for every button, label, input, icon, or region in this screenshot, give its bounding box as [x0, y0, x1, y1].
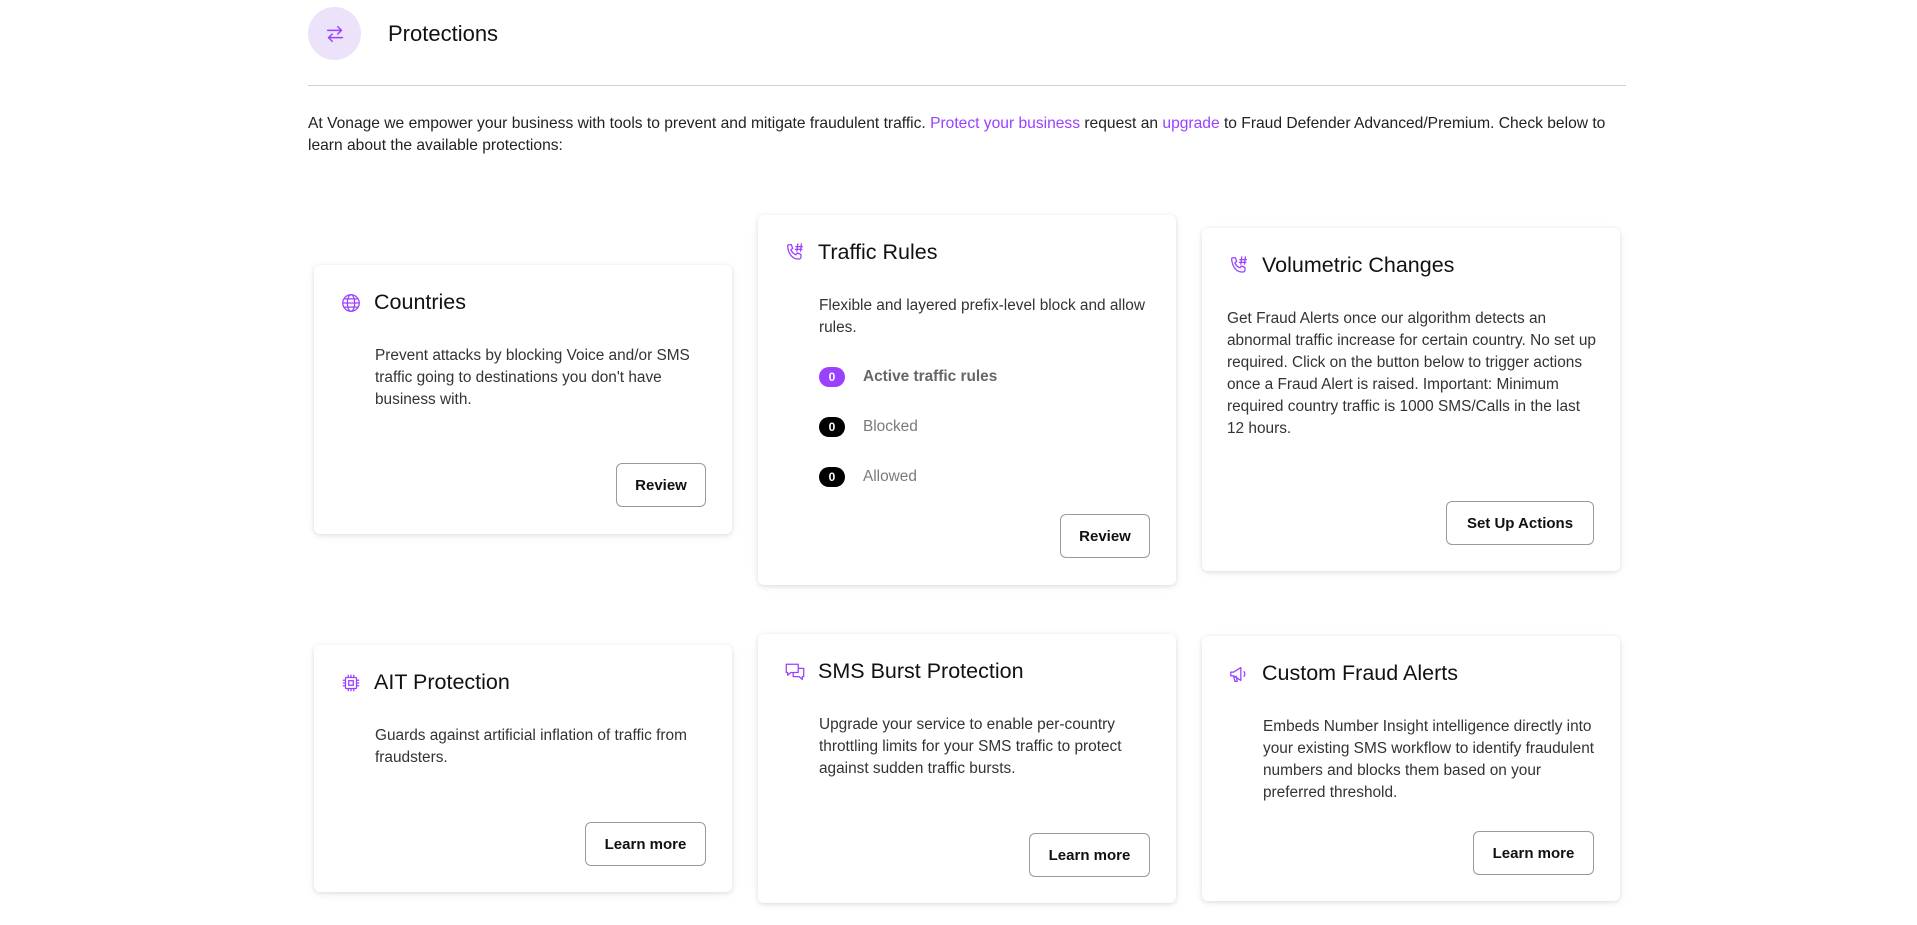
card-description: Prevent attacks by blocking Voice and/or… [375, 347, 690, 408]
card-title: Volumetric Changes [1262, 253, 1455, 277]
intro-text-middle: request an [1080, 115, 1163, 132]
volumetric-changes-card: Volumetric Changes Get Fraud Alerts once… [1202, 228, 1620, 571]
header-divider [308, 85, 1626, 86]
page-title: Protections [388, 20, 499, 46]
ait-protection-card: AIT Protection Guards against artificial… [314, 645, 732, 892]
rule-label: Blocked [863, 418, 918, 435]
active-count-badge: 0 [819, 367, 845, 387]
card-description: Get Fraud Alerts once our algorithm dete… [1227, 310, 1596, 437]
rule-row-allowed: 0 Allowed [819, 467, 917, 487]
sms-burst-learn-more-button[interactable]: Learn more [1029, 833, 1150, 877]
protect-business-link[interactable]: Protect your business [930, 115, 1080, 132]
countries-review-button[interactable]: Review [616, 463, 706, 507]
chip-icon [339, 671, 363, 695]
card-title: Countries [374, 290, 467, 314]
card-description: Upgrade your service to enable per-count… [819, 716, 1122, 777]
swap-arrows-icon [308, 7, 361, 60]
countries-card: Countries Prevent attacks by blocking Vo… [314, 265, 732, 534]
upgrade-link[interactable]: upgrade [1162, 115, 1219, 132]
card-description: Flexible and layered prefix-level block … [819, 297, 1145, 336]
card-title: SMS Burst Protection [818, 659, 1024, 683]
traffic-rules-review-button[interactable]: Review [1060, 514, 1150, 558]
intro-text-before: At Vonage we empower your business with … [308, 115, 931, 132]
custom-fraud-alerts-card: Custom Fraud Alerts Embeds Number Insigh… [1202, 636, 1620, 901]
page-header: Protections [308, 7, 498, 60]
megaphone-icon [1227, 662, 1251, 686]
phone-hash-icon [1227, 254, 1251, 278]
rule-row-blocked: 0 Blocked [819, 417, 918, 437]
blocked-count-badge: 0 [819, 417, 845, 437]
globe-icon [339, 291, 363, 315]
card-description: Guards against artificial inflation of t… [375, 727, 687, 766]
custom-alerts-learn-more-button[interactable]: Learn more [1473, 831, 1594, 875]
chat-bubbles-icon [783, 660, 807, 684]
allowed-count-badge: 0 [819, 467, 845, 487]
card-title: Traffic Rules [818, 240, 938, 264]
phone-hash-icon [783, 241, 807, 265]
sms-burst-card: SMS Burst Protection Upgrade your servic… [758, 634, 1176, 903]
traffic-rules-card: Traffic Rules Flexible and layered prefi… [758, 215, 1176, 585]
card-description: Embeds Number Insight intelligence direc… [1263, 718, 1595, 801]
card-title: Custom Fraud Alerts [1262, 661, 1458, 685]
rule-label: Allowed [863, 468, 917, 485]
rule-row-active: 0 Active traffic rules [819, 367, 997, 387]
card-title: AIT Protection [374, 670, 510, 694]
set-up-actions-button[interactable]: Set Up Actions [1446, 501, 1594, 545]
intro-text: At Vonage we empower your business with … [308, 113, 1626, 157]
ait-learn-more-button[interactable]: Learn more [585, 822, 706, 866]
rule-label: Active traffic rules [863, 368, 998, 385]
